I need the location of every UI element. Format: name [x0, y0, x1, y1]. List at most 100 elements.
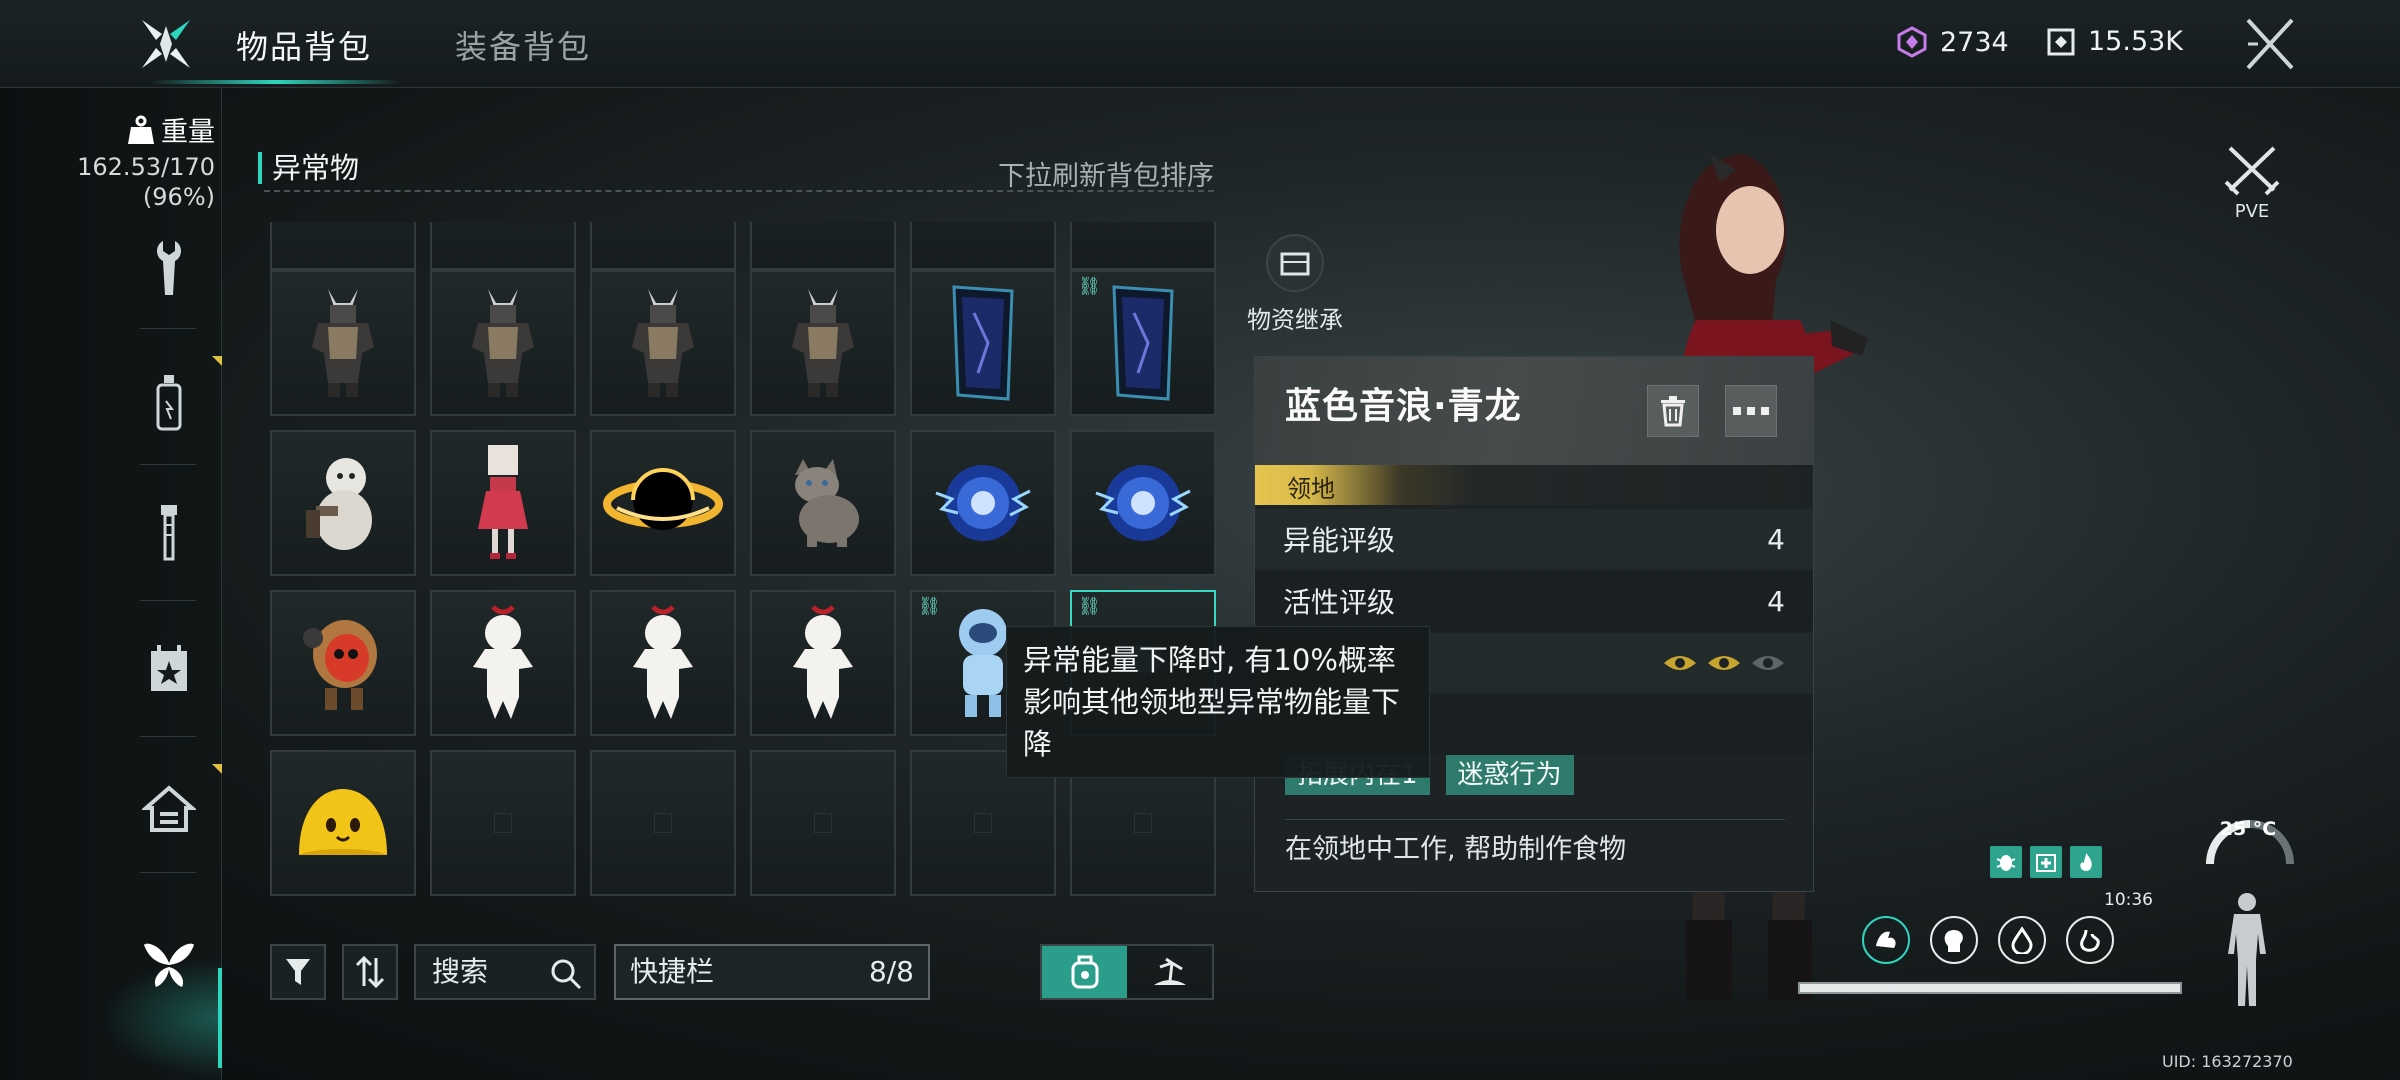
weight-value: 162.53/170: [77, 153, 215, 181]
inventory-slot[interactable]: [430, 590, 576, 736]
close-icon[interactable]: [2244, 16, 2296, 72]
sidebar-item-consumables[interactable]: [134, 368, 204, 438]
currency-crystal[interactable]: 2734: [1896, 26, 2009, 58]
mind-vital: [1930, 916, 1978, 964]
sidebar-divider: [140, 328, 196, 329]
inventory-slot[interactable]: [590, 590, 736, 736]
crate-icon: [1266, 234, 1324, 292]
dark-door-item: [952, 285, 1014, 401]
stat-row: 异能评级 4: [1255, 509, 1813, 569]
inventory-slot[interactable]: [430, 270, 576, 416]
toggle-island[interactable]: [1127, 946, 1212, 998]
inventory-slot[interactable]: [750, 270, 896, 416]
inventory-slot[interactable]: ⛓: [1070, 270, 1216, 416]
crossed-swords-icon: [2224, 146, 2280, 196]
inventory-slot[interactable]: [270, 590, 416, 736]
tab-equipment-bag[interactable]: 装备背包: [455, 22, 591, 68]
sort-button[interactable]: [342, 944, 398, 1000]
inventory-slot[interactable]: [430, 222, 576, 270]
game-logo-icon[interactable]: [138, 16, 194, 72]
paper-doll-item: [633, 605, 693, 719]
trait-tag[interactable]: 迷惑行为: [1445, 755, 1574, 795]
bottle-icon: [156, 375, 182, 431]
link-icon: ⛓: [1078, 596, 1101, 617]
crystal-amount: 2734: [1940, 26, 2009, 58]
token-amount: 15.53K: [2088, 26, 2184, 57]
inventory-slot[interactable]: [1070, 430, 1216, 576]
delete-button[interactable]: [1647, 385, 1699, 437]
sidebar-item-events[interactable]: [134, 634, 204, 704]
search-input[interactable]: 搜索: [414, 944, 596, 1000]
eye-icon: [1664, 656, 1696, 670]
header-divider: [264, 190, 1214, 192]
blue-orb-item: [935, 465, 1031, 541]
paper-doll-item: [793, 605, 853, 719]
samurai-armor-item: [472, 289, 534, 397]
inventory-slot[interactable]: [270, 270, 416, 416]
inventory-slot[interactable]: [270, 430, 416, 576]
inventory-slot[interactable]: [270, 750, 416, 896]
refresh-sort-hint: 下拉刷新背包排序: [998, 161, 1214, 192]
inventory-slot[interactable]: [430, 430, 576, 576]
inventory-slot-empty[interactable]: [590, 750, 736, 896]
crystal-currency-icon: [1897, 26, 1927, 58]
active-category-indicator: [218, 968, 222, 1068]
inventory-slot[interactable]: [750, 430, 896, 576]
sort-icon: [355, 956, 385, 988]
quickbar-label: 快捷栏: [630, 955, 715, 988]
sidebar-item-materials[interactable]: [134, 498, 204, 568]
hooded-creature-item: [303, 620, 377, 710]
calendar-star-icon: [151, 645, 187, 691]
inventory-slot-empty[interactable]: [430, 750, 576, 896]
new-item-marker: [212, 356, 222, 366]
strength-vital: [1862, 916, 1910, 964]
tab-item-bag[interactable]: 物品背包: [236, 22, 372, 68]
muscle-icon: [1876, 931, 1896, 948]
pve-mode-indicator[interactable]: PVE: [2220, 144, 2284, 222]
temperature-readout: 25 °C: [2219, 818, 2277, 840]
sidebar-item-tools[interactable]: [134, 234, 204, 304]
game-clock: 10:36: [2104, 890, 2153, 910]
inventory-slot[interactable]: [910, 270, 1056, 416]
inventory-slot[interactable]: [590, 222, 736, 270]
inventory-slot[interactable]: [590, 430, 736, 576]
currency-token[interactable]: 15.53K: [2046, 26, 2183, 57]
inventory-slot[interactable]: [750, 222, 896, 270]
island-icon: [1153, 957, 1186, 985]
sidebar-divider: [140, 736, 196, 737]
bug-status-icon: [1990, 846, 2022, 878]
red-doll-item: [478, 445, 528, 559]
toggle-bag[interactable]: [1042, 946, 1127, 998]
filter-button[interactable]: [270, 944, 326, 1000]
black-hole-item: [603, 468, 723, 530]
search-placeholder: 搜索: [432, 955, 489, 988]
house-icon: [142, 785, 196, 832]
weight-label: 重量: [161, 117, 215, 148]
stamina-bar: [1798, 982, 2182, 994]
stat-label: 活性评级: [1283, 586, 1396, 619]
sidebar-divider: [140, 464, 196, 465]
inventory-slot[interactable]: [590, 270, 736, 416]
sidebar-item-housing[interactable]: [134, 774, 204, 844]
sidebar-item-anomalies[interactable]: [134, 930, 204, 1000]
filter-icon: [286, 959, 310, 985]
samurai-armor-item: [632, 289, 694, 397]
search-icon: [551, 959, 582, 990]
stat-value: 4: [1767, 522, 1785, 556]
inventory-slot[interactable]: [750, 590, 896, 736]
more-options-button[interactable]: [1725, 385, 1777, 437]
inventory-slot[interactable]: [910, 222, 1056, 270]
body-status-icon[interactable]: [2222, 890, 2272, 1010]
inventory-slot[interactable]: [270, 222, 416, 270]
item-title: 蓝色音浪·青龙: [1285, 386, 1522, 427]
quickbar-button[interactable]: 快捷栏 8/8: [614, 944, 930, 1000]
samurai-armor-item: [312, 289, 374, 397]
inventory-slot[interactable]: [910, 430, 1056, 576]
inventory-slot-empty[interactable]: [750, 750, 896, 896]
inventory-slot[interactable]: [1070, 222, 1216, 270]
paper-doll-item: [473, 605, 533, 719]
supply-inherit-button[interactable]: 物资继承: [1240, 234, 1350, 335]
status-effects: [1990, 846, 2102, 878]
stat-label: 异能评级: [1283, 524, 1396, 557]
weight-readout: 162.53/170 (96%): [77, 152, 215, 212]
